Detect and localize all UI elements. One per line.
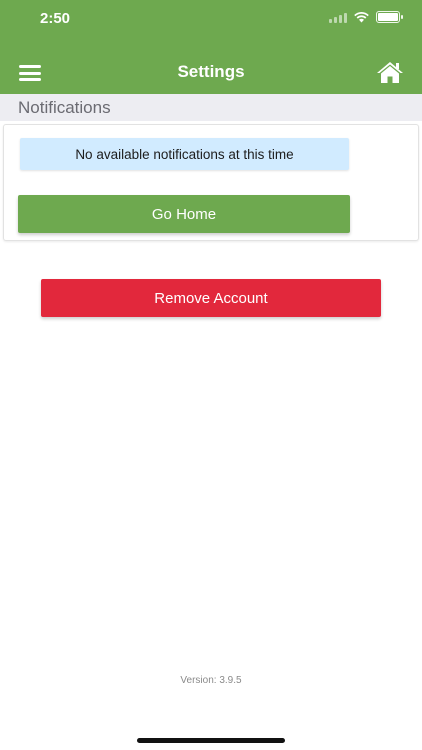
empty-notifications-message: No available notifications at this time (20, 138, 349, 170)
home-indicator[interactable] (137, 738, 285, 743)
remove-account-button[interactable]: Remove Account (41, 279, 381, 317)
app-header: 2:50 Settings (0, 0, 422, 94)
version-label: Version: 3.9.5 (180, 675, 242, 686)
page-title: Settings (177, 62, 245, 81)
notifications-card: No available notifications at this time … (3, 124, 419, 241)
home-icon[interactable] (376, 60, 404, 84)
status-icons (329, 11, 403, 23)
status-time: 2:50 (40, 10, 71, 27)
go-home-button[interactable]: Go Home (18, 195, 350, 233)
section-label: Notifications (18, 98, 111, 117)
wifi-icon (354, 12, 369, 23)
notifications-section-header: Notifications (0, 94, 422, 121)
battery-icon (376, 11, 403, 23)
signal-icon (329, 12, 347, 23)
